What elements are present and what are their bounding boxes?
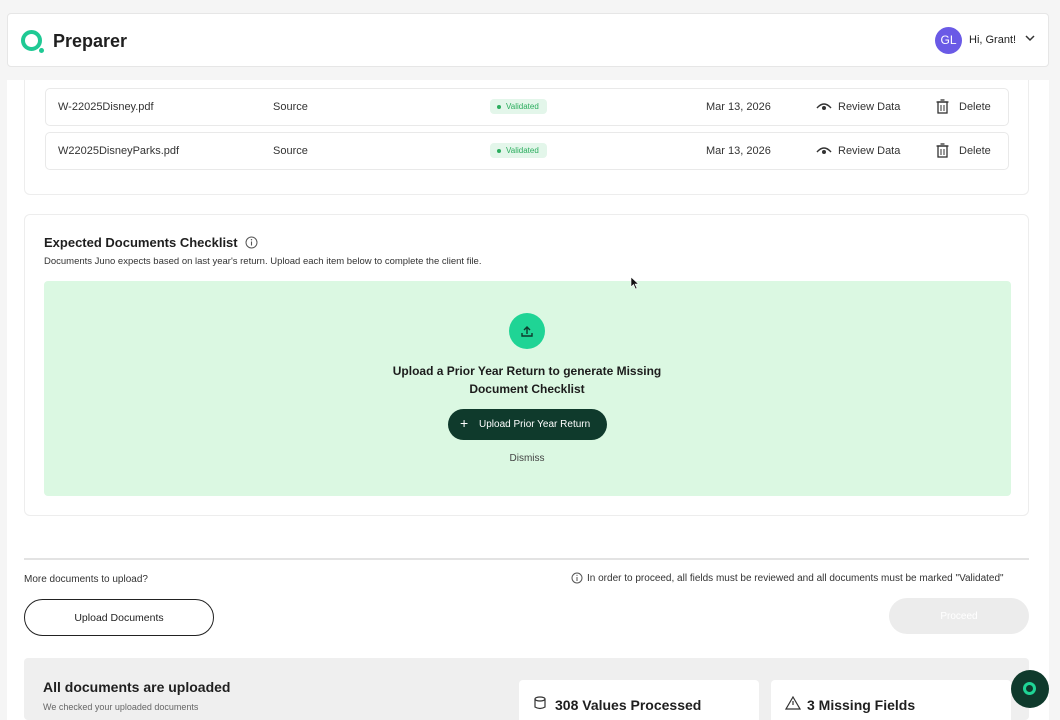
more-docs-label: More documents to upload? xyxy=(24,574,148,585)
trash-icon[interactable] xyxy=(936,143,949,161)
delete-button[interactable]: Delete xyxy=(959,145,991,157)
chat-assistant-button[interactable] xyxy=(1011,670,1049,708)
dismiss-link[interactable]: Dismiss xyxy=(487,453,567,464)
expected-documents-checklist: Expected Documents Checklist Documents J… xyxy=(24,214,1029,516)
missing-fields-card[interactable]: 3 Missing Fields xyxy=(771,680,1011,720)
document-date: Mar 13, 2026 xyxy=(706,145,771,157)
proceed-button[interactable]: Proceed xyxy=(889,598,1029,634)
eye-icon[interactable] xyxy=(816,143,832,160)
database-icon xyxy=(534,696,546,710)
status-badge: Validated xyxy=(490,143,547,158)
document-type: Source xyxy=(273,145,308,157)
checklist-title: Expected Documents Checklist xyxy=(44,235,238,250)
upload-prior-year-return-button[interactable]: + Upload Prior Year Return xyxy=(448,409,607,440)
section-divider xyxy=(24,558,1029,560)
upload-prior-year-label: Upload Prior Year Return xyxy=(479,419,591,430)
documents-card: W-22025Disney.pdf Source Validated Mar 1… xyxy=(24,80,1029,195)
values-processed: 308 Values Processed xyxy=(555,697,702,713)
summary-title: All documents are uploaded xyxy=(43,679,231,695)
review-data-button[interactable]: Review Data xyxy=(838,101,900,113)
user-greeting[interactable]: Hi, Grant! xyxy=(969,34,1016,46)
upload-documents-button[interactable]: Upload Documents xyxy=(24,599,214,636)
status-badge: Validated xyxy=(490,99,547,114)
table-row: W22025DisneyParks.pdf Source Validated M… xyxy=(45,132,1009,170)
document-date: Mar 13, 2026 xyxy=(706,101,771,113)
summary-subtitle: We checked your uploaded documents xyxy=(43,702,199,712)
info-icon[interactable] xyxy=(245,236,258,249)
info-icon xyxy=(571,572,583,584)
app-header: Preparer GL Hi, Grant! xyxy=(7,13,1049,67)
plus-icon: + xyxy=(460,415,469,431)
assistant-icon xyxy=(1023,682,1036,695)
main-content: W-22025Disney.pdf Source Validated Mar 1… xyxy=(7,80,1049,720)
chevron-down-icon[interactable] xyxy=(1024,32,1036,44)
upload-summary: All documents are uploaded We checked yo… xyxy=(24,658,1029,720)
proceed-note-text: In order to proceed, all fields must be … xyxy=(587,573,1004,584)
missing-fields: 3 Missing Fields xyxy=(807,697,916,713)
table-row: W-22025Disney.pdf Source Validated Mar 1… xyxy=(45,88,1009,126)
warning-icon xyxy=(785,696,801,710)
upload-prompt: Upload a Prior Year Return to generate M… xyxy=(392,364,662,396)
document-type: Source xyxy=(273,101,308,113)
app-title: Preparer xyxy=(53,31,128,51)
trash-icon[interactable] xyxy=(936,99,949,117)
mouse-cursor-icon xyxy=(630,276,640,290)
delete-button[interactable]: Delete xyxy=(959,101,991,113)
document-name: W22025DisneyParks.pdf xyxy=(58,145,180,157)
eye-icon[interactable] xyxy=(816,99,832,116)
upload-icon xyxy=(509,313,545,349)
review-data-button[interactable]: Review Data xyxy=(838,145,900,157)
document-name: W-22025Disney.pdf xyxy=(58,101,154,113)
upload-dropzone[interactable]: Upload a Prior Year Return to generate M… xyxy=(44,281,1011,496)
checklist-subtitle: Documents Juno expects based on last yea… xyxy=(44,256,482,267)
logo-icon[interactable] xyxy=(21,30,44,53)
values-processed-card[interactable]: 308 Values Processed xyxy=(519,680,759,720)
avatar[interactable]: GL xyxy=(935,27,962,54)
